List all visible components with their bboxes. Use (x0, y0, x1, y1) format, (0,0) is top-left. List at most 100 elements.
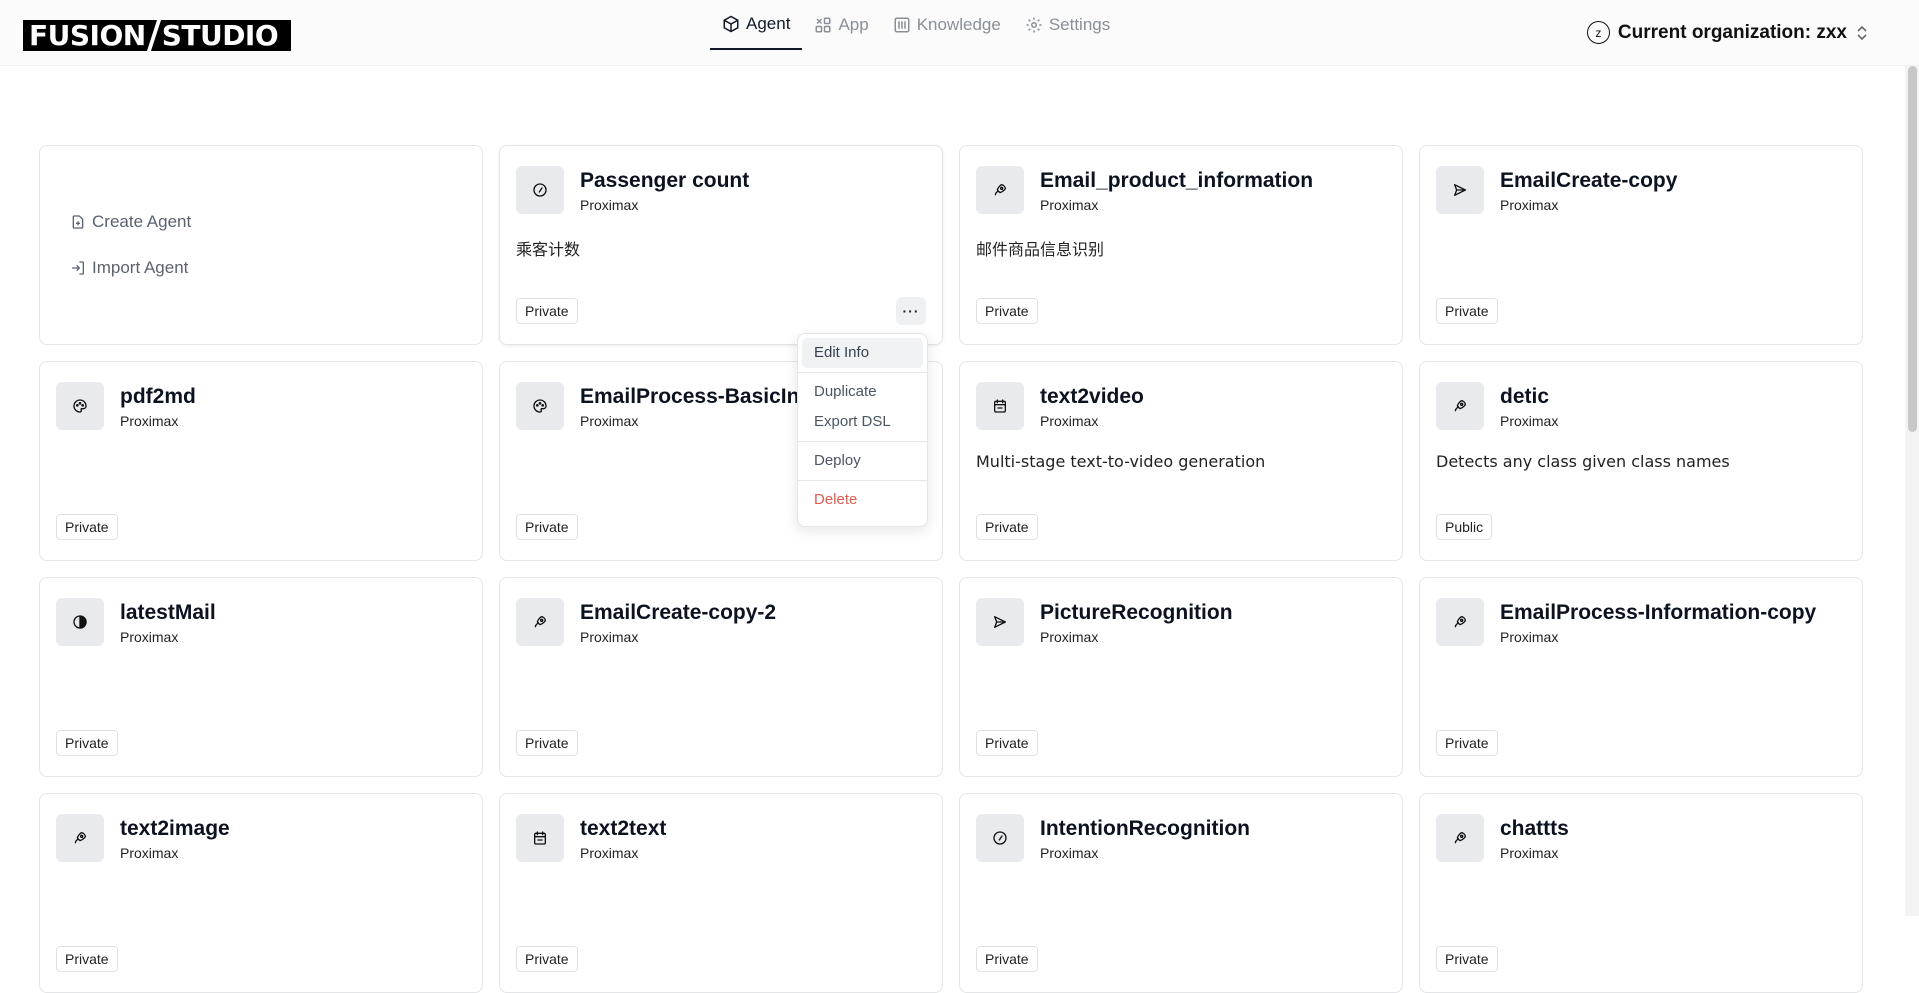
logo-text-right: STUDIO (161, 20, 279, 51)
menu-divider (798, 372, 927, 373)
visibility-badge: Private (56, 514, 118, 540)
organization-switcher[interactable]: z Current organization: zxx (1586, 21, 1869, 44)
more-options-button[interactable]: ··· (896, 297, 926, 325)
agent-owner: Proximax (1500, 845, 1559, 861)
fusion-studio-logo[interactable]: FUSION STUDIO (23, 20, 291, 51)
agent-title: PictureRecognition (1040, 601, 1233, 624)
nav-tab-label: Settings (1048, 15, 1111, 34)
agent-card[interactable]: EmailCreate-copy Proximax Private (1419, 145, 1863, 345)
agent-owner: Proximax (1500, 629, 1559, 645)
create-agent-card: Create Agent Import Agent (39, 145, 483, 345)
visibility-badge: Private (516, 730, 578, 756)
scrollbar-thumb[interactable] (1908, 66, 1917, 432)
agent-card[interactable]: pdf2md Proximax Private (39, 361, 483, 561)
gear-icon (1026, 17, 1042, 33)
agent-card[interactable]: detic Proximax Detects any class given cla… (1419, 361, 1863, 561)
nav-tab-app[interactable]: App (802, 0, 880, 50)
agent-owner: Proximax (1040, 197, 1099, 213)
nav-tab-knowledge[interactable]: Knowledge (881, 0, 1013, 50)
menu-item-export-dsl[interactable]: Export DSL (802, 407, 923, 437)
rocket-icon (534, 616, 546, 628)
rocket-icon (1454, 616, 1466, 628)
agent-avatar (1436, 166, 1484, 214)
agent-owner: Proximax (120, 413, 179, 429)
agent-owner: Proximax (120, 845, 179, 861)
agent-card[interactable]: EmailProcess-Information-copy Proximax Pri… (1419, 577, 1863, 777)
half-circle-icon (73, 615, 87, 629)
agent-title: EmailCreate-copy-2 (580, 601, 777, 624)
visibility-badge: Private (976, 946, 1038, 972)
send-icon (994, 616, 1006, 628)
top-header: FUSION STUDIO Agent App Knowledge Setting… (0, 0, 1919, 66)
agent-card[interactable]: IntentionRecognition Proximax Private (959, 793, 1403, 993)
import-icon (72, 261, 84, 275)
agent-title: Email_product_information (1040, 169, 1314, 192)
agent-avatar (1436, 814, 1484, 862)
agent-owner: Proximax (1500, 197, 1559, 213)
agent-avatar (516, 598, 564, 646)
visibility-badge: Private (516, 946, 578, 972)
import-agent-label: Import Agent (92, 258, 189, 277)
agent-title: detic (1500, 385, 1550, 408)
file-plus-icon (72, 215, 84, 229)
agent-title: Passenger count (580, 169, 750, 192)
visibility-badge: Private (1436, 730, 1498, 756)
box-icon (723, 15, 739, 33)
create-agent-button[interactable]: Create Agent (70, 212, 191, 232)
agent-description: Detects any class given class names (1436, 452, 1730, 471)
agent-card[interactable]: latestMail Proximax Private (39, 577, 483, 777)
visibility-badge: Private (56, 730, 118, 756)
agent-card[interactable]: Email_product_information Proximax 邮件商品信息识… (959, 145, 1403, 345)
menu-item-deploy[interactable]: Deploy (802, 446, 923, 476)
page-scrollbar[interactable] (1905, 66, 1919, 916)
visibility-badge: Private (56, 946, 118, 972)
agent-card[interactable]: text2image Proximax Private (39, 793, 483, 993)
agent-card[interactable]: chattts Proximax Private (1419, 793, 1863, 993)
agent-title: text2text (580, 817, 667, 840)
app-grid-icon (815, 17, 831, 33)
agent-card[interactable]: PictureRecognition Proximax Private (959, 577, 1403, 777)
agent-card[interactable]: Passenger count Proximax 乘客计数 Private ··· (499, 145, 943, 345)
visibility-badge: Private (976, 730, 1038, 756)
rocket-icon (1454, 400, 1466, 412)
menu-item-duplicate[interactable]: Duplicate (802, 377, 923, 407)
agent-owner: Proximax (1040, 629, 1099, 645)
agent-owner: Proximax (580, 629, 639, 645)
menu-item-delete[interactable]: Delete (802, 485, 923, 515)
agent-owner: Proximax (1040, 413, 1099, 429)
nav-tab-label: Knowledge (916, 15, 1001, 34)
agent-card[interactable]: text2text Proximax Private (499, 793, 943, 993)
nav-tab-settings[interactable]: Settings (1013, 0, 1122, 50)
logo-text-left: FUSION (29, 20, 146, 51)
create-agent-label: Create Agent (92, 212, 192, 231)
visibility-badge: Private (1436, 946, 1498, 972)
agent-owner: Proximax (580, 845, 639, 861)
agent-avatar (516, 814, 564, 862)
import-agent-button[interactable]: Import Agent (70, 258, 188, 278)
agent-avatar (976, 166, 1024, 214)
menu-divider (798, 441, 927, 442)
agent-owner: Proximax (1500, 413, 1559, 429)
agent-title: text2video (1040, 385, 1144, 408)
nav-tab-agent[interactable]: Agent (710, 0, 803, 50)
send-icon (1454, 184, 1466, 196)
agent-context-menu: Edit Info Duplicate Export DSL Deploy De… (797, 333, 928, 527)
agent-avatar (976, 598, 1024, 646)
agent-description: Multi-stage text-to-video generation (976, 452, 1266, 471)
agent-owner: Proximax (120, 629, 179, 645)
org-label: Current organization: zxx (1617, 21, 1847, 43)
agent-owner: Proximax (580, 197, 639, 213)
menu-divider (798, 480, 927, 481)
agent-title: chattts (1500, 817, 1569, 840)
rocket-icon (1454, 832, 1466, 844)
agent-card[interactable]: text2video Proximax Multi-stage text-to-vi… (959, 361, 1403, 561)
org-avatar: z (1586, 21, 1610, 44)
agent-owner: Proximax (1040, 845, 1099, 861)
nav-tab-label: Agent (746, 14, 791, 33)
agent-card[interactable]: EmailCreate-copy-2 Proximax Private (499, 577, 943, 777)
visibility-badge: Private (1436, 298, 1498, 324)
menu-item-edit-info[interactable]: Edit Info (802, 338, 923, 368)
agent-avatar (976, 382, 1024, 430)
library-icon (894, 17, 910, 33)
agent-avatar (976, 814, 1024, 862)
